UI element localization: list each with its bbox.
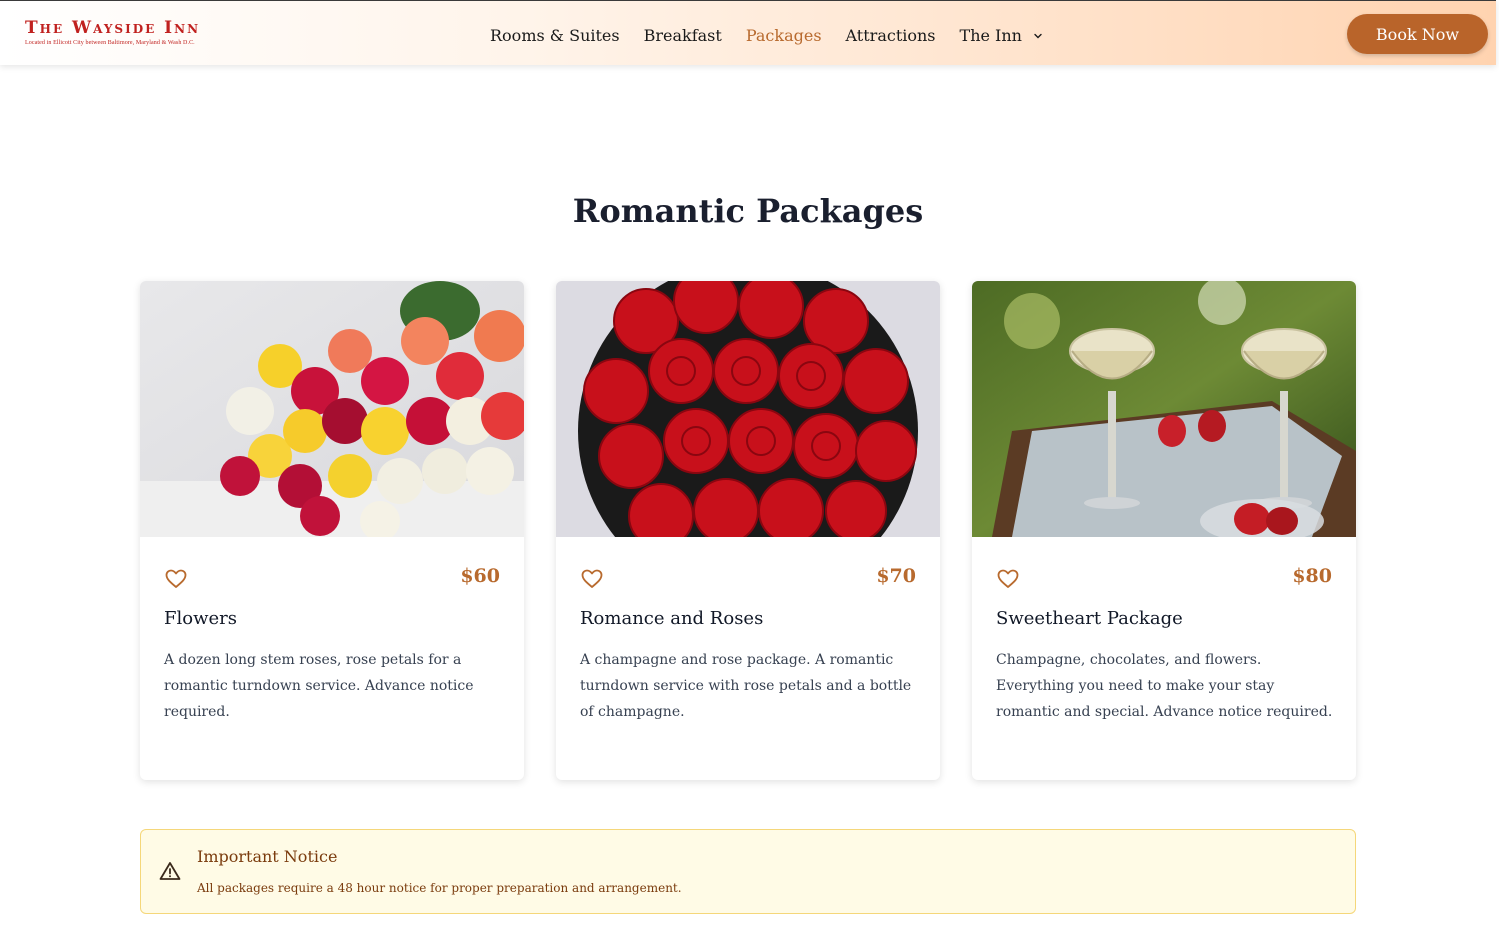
logo-title: The Wayside Inn [25,18,201,38]
nav-attractions[interactable]: Attractions [846,26,936,45]
package-title: Flowers [164,608,237,629]
package-price: $70 [876,565,916,587]
heart-icon[interactable] [580,567,604,591]
package-card-romance-and-roses: $70 Romance and Roses A champagne and ro… [556,281,940,780]
package-card-flowers: $60 Flowers A dozen long stem roses, ros… [140,281,524,780]
important-notice: Important Notice All packages require a … [140,829,1356,914]
nav-the-inn-label: The Inn [959,25,1022,45]
nav-the-inn[interactable]: The Inn [960,26,1044,45]
page-title: Romantic Packages [572,192,924,230]
package-description: Champagne, chocolates, and flowers. Ever… [996,652,1333,720]
site-logo[interactable]: The Wayside Inn Located in Ellicott City… [25,19,200,46]
package-card-sweetheart: $80 Sweetheart Package Champagne, chocol… [972,281,1356,780]
nav-breakfast[interactable]: Breakfast [644,26,722,45]
package-price: $60 [460,565,500,587]
book-now-button[interactable]: Book Now [1347,14,1488,54]
logo-subtitle: Located in Ellicott City between Baltimo… [25,40,195,46]
package-image [140,281,524,537]
site-header: The Wayside Inn Located in Ellicott City… [0,0,1496,65]
package-price: $80 [1292,565,1332,587]
main-nav: Rooms & Suites Breakfast Packages Attrac… [490,21,1067,49]
package-description: A dozen long stem roses, rose petals for… [164,652,474,720]
chevron-down-icon [1034,33,1042,39]
heart-icon[interactable] [164,567,188,591]
heart-icon[interactable] [996,567,1020,591]
package-title: Sweetheart Package [996,608,1183,629]
nav-rooms-suites[interactable]: Rooms & Suites [490,26,620,45]
nav-packages[interactable]: Packages [746,26,822,45]
package-description: A champagne and rose package. A romantic… [580,652,912,720]
package-image [972,281,1356,537]
package-title: Romance and Roses [580,608,764,629]
warning-icon [159,862,181,880]
notice-text: All packages require a 48 hour notice fo… [197,881,682,895]
package-image [556,281,940,537]
notice-title: Important Notice [197,847,338,866]
